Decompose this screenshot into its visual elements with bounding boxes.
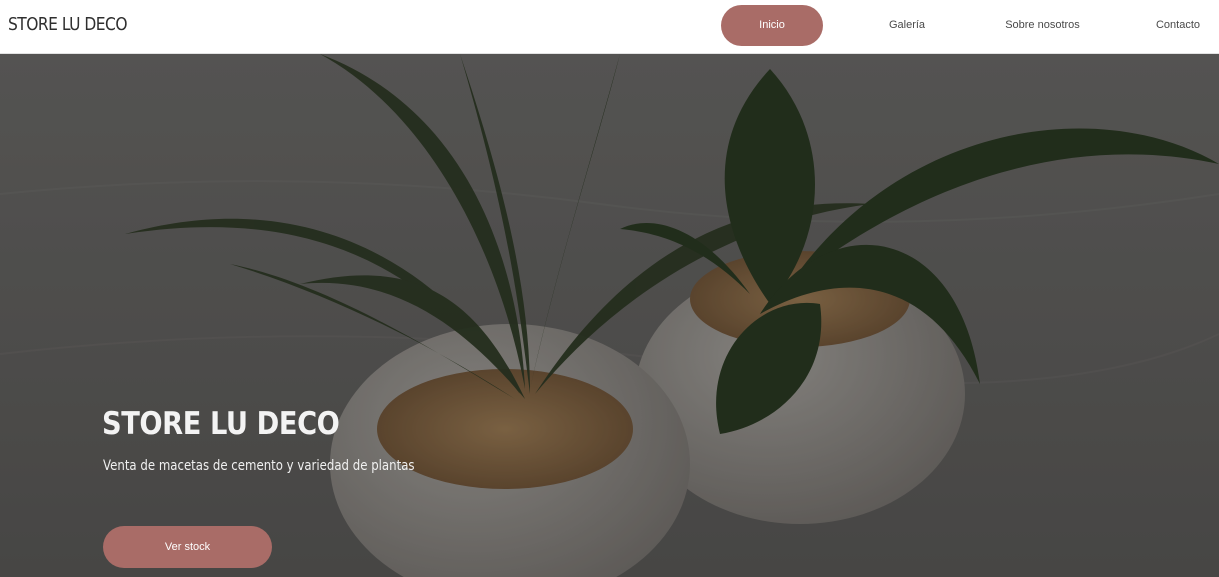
top-navbar: STORE LU DECO Inicio Galería Sobre nosot… <box>0 0 1219 54</box>
ver-stock-button[interactable]: Ver stock <box>103 526 272 568</box>
nav-inicio[interactable]: Inicio <box>721 5 823 46</box>
nav-contacto[interactable]: Contacto <box>1146 5 1210 46</box>
brand-logo[interactable]: STORE LU DECO <box>8 14 128 35</box>
hero-title: STORE LU DECO <box>102 406 340 442</box>
nav-sobre-nosotros[interactable]: Sobre nosotros <box>995 5 1090 46</box>
nav-galeria[interactable]: Galería <box>872 5 942 46</box>
hero-dark-overlay <box>0 54 1219 577</box>
hero-section: STORE LU DECO Venta de macetas de cement… <box>0 54 1219 577</box>
hero-subtitle: Venta de macetas de cemento y variedad d… <box>103 458 415 474</box>
